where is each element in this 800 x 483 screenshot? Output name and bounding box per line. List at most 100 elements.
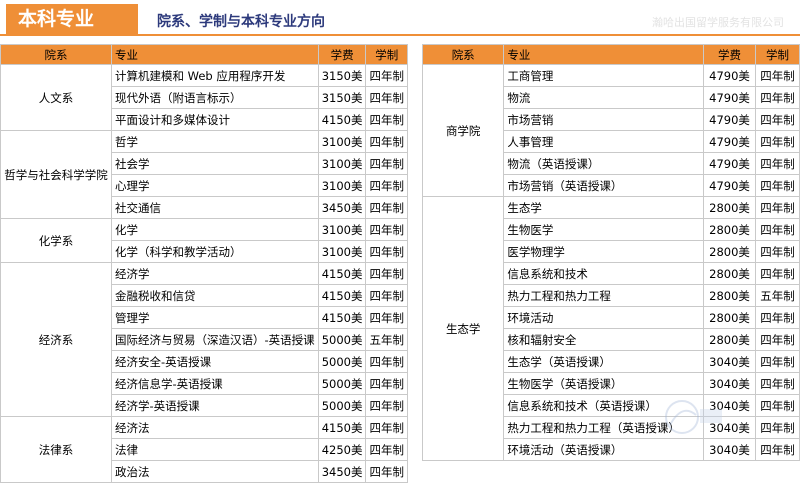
major-cell: 人事管理 xyxy=(503,130,705,153)
major-cell: 国际经济与贸易（深造汉语）-英语授课 xyxy=(111,328,319,351)
tuition-cell: 3100美 xyxy=(317,174,367,197)
duration-cell: 四年制 xyxy=(755,372,800,395)
org-watermark: 瀚哈出国留学服务有限公司 xyxy=(652,16,784,29)
duration-cell: 四年制 xyxy=(365,262,408,285)
duration-cell: 四年制 xyxy=(365,130,408,153)
major-cell: 社会学 xyxy=(111,152,319,175)
duration-cell: 四年制 xyxy=(755,218,800,241)
duration-cell: 四年制 xyxy=(365,152,408,175)
duration-cell: 四年制 xyxy=(755,262,800,285)
dept-cell: 商学院 xyxy=(421,64,505,197)
major-cell: 生态学（英语授课） xyxy=(503,350,705,373)
tuition-cell: 5000美 xyxy=(317,350,367,373)
dept-cell: 生态学 xyxy=(421,196,505,461)
header-divider xyxy=(0,34,800,36)
tuition-cell: 2800美 xyxy=(703,328,757,351)
major-cell: 信息系统和技术 xyxy=(503,262,705,285)
table-row: 生态学 生态学 2800美 四年制 xyxy=(421,196,800,461)
col-major: 专业 xyxy=(503,44,705,65)
major-cell: 医学物理学 xyxy=(503,240,705,263)
tuition-cell: 4150美 xyxy=(317,306,367,329)
major-cell: 市场营销（英语授课） xyxy=(503,174,705,197)
major-cell: 政治法 xyxy=(111,460,319,483)
major-cell: 物流（英语授课） xyxy=(503,152,705,175)
tuition-cell: 2800美 xyxy=(703,306,757,329)
dept-cell: 人文系 xyxy=(0,64,112,131)
tuition-cell: 3450美 xyxy=(317,460,367,483)
table-row: 商学院 工商管理 4790美 四年制 xyxy=(421,64,800,197)
table-row: 化学系 化学 3100美 四年制 xyxy=(0,218,408,263)
duration-cell: 四年制 xyxy=(755,416,800,439)
dept-cell: 化学系 xyxy=(0,218,112,263)
duration-cell: 四年制 xyxy=(755,86,800,109)
major-cell: 经济法 xyxy=(111,416,319,439)
duration-cell: 五年制 xyxy=(755,284,800,307)
duration-cell: 四年制 xyxy=(755,438,800,461)
major-cell: 社交通信 xyxy=(111,196,319,219)
duration-cell: 四年制 xyxy=(755,240,800,263)
tuition-cell: 5000美 xyxy=(317,328,367,351)
major-cell: 金融税收和信贷 xyxy=(111,284,319,307)
tuition-cell: 3100美 xyxy=(317,152,367,175)
duration-cell: 四年制 xyxy=(365,372,408,395)
major-cell: 经济信息学-英语授课 xyxy=(111,372,319,395)
col-dept: 院系 xyxy=(0,44,112,65)
left-program-table: 院系 专业 学费 学制 人文系 计算机建模和 Web 应用程序开发 3150美 四年制… xyxy=(0,44,408,483)
col-dept: 院系 xyxy=(421,44,505,65)
duration-cell: 四年制 xyxy=(755,350,800,373)
major-cell: 现代外语（附语言标示） xyxy=(111,86,319,109)
tuition-cell: 4790美 xyxy=(703,174,757,197)
duration-cell: 四年制 xyxy=(755,328,800,351)
duration-cell: 四年制 xyxy=(755,64,800,87)
duration-cell: 四年制 xyxy=(365,394,408,417)
section-title: 院系、学制与本科专业方向 xyxy=(157,14,325,30)
major-cell: 计算机建模和 Web 应用程序开发 xyxy=(111,64,319,87)
col-tuition: 学费 xyxy=(317,44,367,65)
duration-cell: 四年制 xyxy=(365,174,408,197)
tuition-cell: 3450美 xyxy=(317,196,367,219)
duration-cell: 五年制 xyxy=(365,328,408,351)
major-cell: 化学（科学和教学活动） xyxy=(111,240,319,263)
major-cell: 市场营销 xyxy=(503,108,705,131)
table-row: 经济系 经济学 4150美 四年制 xyxy=(0,262,408,417)
tuition-cell: 5000美 xyxy=(317,372,367,395)
dept-cell: 哲学与社会科学学院 xyxy=(0,130,112,219)
major-cell: 生物医学 xyxy=(503,218,705,241)
tuition-cell: 2800美 xyxy=(703,240,757,263)
major-cell: 化学 xyxy=(111,218,319,241)
col-duration: 学制 xyxy=(755,44,800,65)
tuition-cell: 4150美 xyxy=(317,416,367,439)
duration-cell: 四年制 xyxy=(755,174,800,197)
duration-cell: 四年制 xyxy=(755,306,800,329)
major-cell: 哲学 xyxy=(111,130,319,153)
duration-cell: 四年制 xyxy=(365,108,408,131)
tuition-cell: 2800美 xyxy=(703,196,757,219)
tuition-cell: 3100美 xyxy=(317,130,367,153)
major-cell: 平面设计和多媒体设计 xyxy=(111,108,319,131)
tuition-cell: 3100美 xyxy=(317,218,367,241)
dept-cell: 经济系 xyxy=(0,262,112,417)
duration-cell: 四年制 xyxy=(365,284,408,307)
duration-cell: 四年制 xyxy=(365,64,408,87)
duration-cell: 四年制 xyxy=(365,218,408,241)
tuition-cell: 5000美 xyxy=(317,394,367,417)
duration-cell: 四年制 xyxy=(365,438,408,461)
tuition-cell: 2800美 xyxy=(703,284,757,307)
major-cell: 经济学 xyxy=(111,262,319,285)
tuition-cell: 3150美 xyxy=(317,64,367,87)
col-tuition: 学费 xyxy=(703,44,757,65)
page-header: 本科专业 院系、学制与本科专业方向 瀚哈出国留学服务有限公司 xyxy=(0,0,800,38)
watermark-logo-icon xyxy=(665,400,722,434)
duration-cell: 四年制 xyxy=(365,306,408,329)
tuition-cell: 2800美 xyxy=(703,218,757,241)
major-cell: 生态学 xyxy=(503,196,705,219)
tuition-cell: 3100美 xyxy=(317,240,367,263)
tuition-cell: 3040美 xyxy=(703,350,757,373)
tuition-cell: 2800美 xyxy=(703,262,757,285)
duration-cell: 四年制 xyxy=(755,108,800,131)
duration-cell: 四年制 xyxy=(365,416,408,439)
tuition-cell: 3040美 xyxy=(703,438,757,461)
section-tag: 本科专业 xyxy=(6,4,138,34)
table-row: 哲学与社会科学学院 哲学 3100美 四年制 xyxy=(0,130,408,219)
dept-cell: 法律系 xyxy=(0,416,112,483)
